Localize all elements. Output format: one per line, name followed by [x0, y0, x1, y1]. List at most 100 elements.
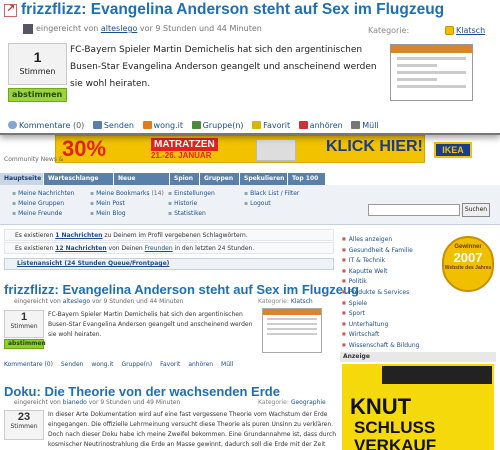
subnav-link[interactable]: Meine Freunde — [12, 209, 74, 219]
group-action[interactable]: Gruppe(n) — [191, 121, 244, 130]
popup-story-meta: eingereicht von alteslego vor 9 Stunden … — [36, 24, 262, 33]
popup-story-title[interactable]: frizzflizz: Evangelina Anderson steht au… — [21, 1, 444, 19]
search-button[interactable]: Suchen — [462, 203, 490, 217]
listen-action[interactable]: anhören — [298, 121, 343, 130]
star-icon — [252, 121, 262, 129]
ad-product-image — [256, 139, 296, 161]
favorite-link[interactable]: Favorit — [160, 361, 180, 368]
subnav-link[interactable]: Meine Bookmarks (14) — [90, 189, 164, 199]
subnav-link[interactable]: Logout — [244, 199, 299, 209]
vote-button[interactable]: abstimmen — [4, 339, 46, 349]
category-link[interactable]: Klatsch — [291, 298, 313, 305]
popup-story-thumbnail[interactable] — [390, 44, 473, 101]
trash-link[interactable]: Müll — [221, 361, 233, 368]
info-line-friends: Es existieren 12 Nachrichten von Deinen … — [4, 242, 334, 254]
story-description: In dieser Arte Dokumentation wird auf ei… — [48, 411, 337, 448]
subnav-link[interactable]: Meine Gruppen — [12, 199, 74, 209]
popup-vote-button[interactable]: abstimmen — [8, 88, 67, 102]
speaker-icon — [298, 121, 308, 129]
group-link[interactable]: Gruppe(n) — [121, 361, 152, 368]
ad-percent: 30% — [62, 136, 107, 161]
category-icon — [445, 26, 454, 35]
popup-category-link[interactable]: Klatsch — [456, 26, 485, 35]
subnav-link[interactable]: Historie — [168, 199, 215, 209]
subnav-col-1: Meine Nachrichten Meine Gruppen Meine Fr… — [12, 189, 74, 219]
ikea-ad-banner[interactable]: 30% MATRATZEN 21.-26. JANUAR KLICK HIER!… — [55, 135, 472, 163]
favorite-action[interactable]: Favorit — [252, 121, 290, 130]
award-badge: Gewinner 2007 Website des Jahres — [442, 236, 494, 292]
story-category: Kategorie: Geographie — [258, 399, 326, 406]
vote-count-box: 23 Stimmen — [4, 410, 44, 440]
subnav-link[interactable]: Mein Post — [90, 199, 164, 209]
category-item[interactable]: Produkte & Services — [342, 287, 462, 298]
vote-count-box: 1 Stimmen — [4, 310, 44, 338]
wong-icon — [142, 121, 152, 129]
ad-graphic — [382, 366, 492, 384]
ad-product: MATRATZEN — [151, 138, 218, 151]
trash-icon — [351, 121, 361, 129]
category-item[interactable]: Sport — [342, 308, 462, 319]
trash-action[interactable]: Müll — [351, 121, 379, 130]
popup-story-description: FC-Bayern Spieler Martin Demichelis hat … — [70, 45, 377, 89]
listen-link[interactable]: anhören — [188, 361, 213, 368]
tab-top100[interactable]: Top 100 — [288, 173, 326, 185]
wong-action[interactable]: wong.it — [142, 121, 183, 130]
friends-link[interactable]: Freunden — [145, 245, 173, 252]
subnav-link[interactable]: Black List / Filter — [244, 189, 299, 199]
popup-vote-count: 1 Stimmen — [8, 43, 67, 85]
envelope-icon — [92, 121, 102, 129]
knut-ad[interactable]: KNUT SCHLUSS VERKAUF — [342, 364, 494, 450]
ad-cta: KLICK HIER! — [326, 138, 423, 155]
popup-actions: Kommentare (0) Senden wong.it Gruppe(n) … — [8, 121, 385, 130]
story-meta: eingereicht von alteslego vor 9 Stunden … — [14, 298, 184, 305]
ad-dates: 21.-26. JANUAR — [151, 151, 212, 160]
story-user-link[interactable]: bianedo — [63, 399, 87, 406]
avatar[interactable] — [23, 24, 33, 34]
comments-action[interactable]: Kommentare (0) — [8, 121, 84, 130]
wong-link[interactable]: wong.it — [91, 361, 113, 368]
category-item[interactable]: Wirtschaft — [342, 329, 462, 340]
subnav-link[interactable]: Meine Nachrichten — [12, 189, 74, 199]
ad-label: Anzeige — [340, 352, 496, 362]
story-description: FC-Bayern Spieler Martin Demichelis hat … — [48, 311, 253, 338]
group-icon — [191, 121, 201, 129]
category-item[interactable]: Wissenschaft & Bildung — [342, 340, 462, 351]
site-brand: Community News & — [4, 156, 64, 163]
speech-bubble-icon — [8, 121, 17, 129]
info-link[interactable]: 12 Nachrichten — [55, 245, 106, 252]
story-meta: eingereicht von bianedo vor 9 Stunden un… — [14, 399, 181, 406]
ikea-logo: IKEA — [434, 142, 472, 158]
queue-list-view-link[interactable]: Listenansicht (24 Stunden Queue/Frontpag… — [4, 258, 334, 270]
story-actions: Kommentare (0) Senden wong.it Gruppe(n) … — [4, 361, 239, 368]
story-category: Kategorie: Klatsch — [258, 298, 313, 305]
search-input[interactable] — [368, 204, 460, 216]
subnav-link[interactable]: Mein Blog — [90, 209, 164, 219]
info-link[interactable]: 1 Nachrichten — [55, 232, 102, 239]
main-tabs: Hauptseite Warteschlange (518) Neue Nach… — [0, 173, 330, 194]
tab-spion[interactable]: Spion — [170, 173, 200, 185]
subnav-link[interactable]: Statistiken — [168, 209, 215, 219]
category-item[interactable]: Unterhaltung — [342, 319, 462, 330]
story-thumbnail[interactable] — [262, 308, 322, 353]
subnav-col-4: Black List / Filter Logout — [244, 189, 299, 209]
story-preview-popup: frizzflizz: Evangelina Anderson steht au… — [0, 0, 500, 135]
subnav-col-2: Meine Bookmarks (14) Mein Post Mein Blog — [90, 189, 164, 219]
story-title[interactable]: Doku: Die Theorie von der wachsenden Erd… — [4, 384, 280, 399]
tab-warteschlange[interactable]: Warteschlange (518) — [44, 173, 114, 194]
subnav-link[interactable]: Einstellungen — [168, 189, 215, 199]
category-link[interactable]: Geographie — [291, 399, 326, 406]
story-title[interactable]: frizzflizz: Evangelina Anderson steht au… — [4, 282, 359, 297]
tab-gruppen[interactable]: Gruppen — [200, 173, 240, 185]
tab-spekulieren[interactable]: Spekulieren — [240, 173, 288, 185]
category-item[interactable]: Spiele — [342, 298, 462, 309]
send-link[interactable]: Senden — [61, 361, 84, 368]
story-user-link[interactable]: alteslego — [63, 298, 90, 305]
tab-neue-nachricht[interactable]: Neue Nachricht — [114, 173, 170, 194]
category-item[interactable]: Alles anzeigen — [342, 234, 462, 245]
popup-user-link[interactable]: alteslego — [101, 24, 137, 33]
comments-link[interactable]: Kommentare (0) — [4, 361, 53, 368]
tab-hauptseite[interactable]: Hauptseite — [0, 173, 44, 185]
external-link-icon[interactable] — [4, 2, 17, 17]
info-line-keywords: Es existieren 1 Nachrichten zu Deinem im… — [4, 229, 334, 241]
send-action[interactable]: Senden — [92, 121, 134, 130]
